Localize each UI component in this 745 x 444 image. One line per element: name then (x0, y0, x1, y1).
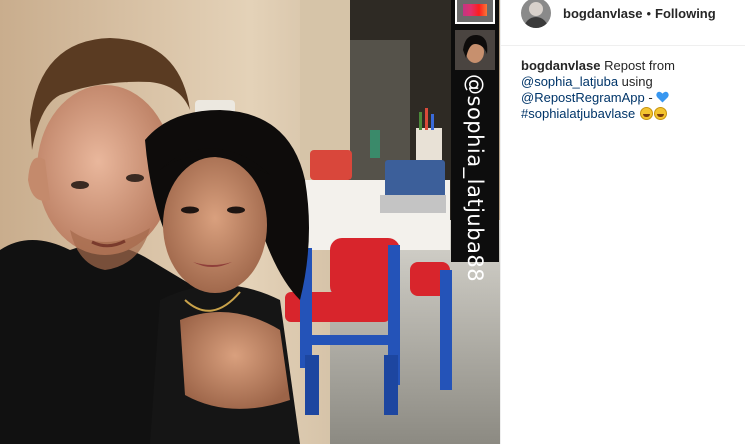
caption-text-repost: Repost from (604, 58, 675, 73)
repost-source-avatar (455, 30, 495, 70)
caption-mention-source[interactable]: @sophia_latjuba (521, 74, 618, 89)
grinning-face-icon (653, 107, 667, 120)
kissing-face-icon (639, 107, 653, 120)
caption-text-using: using (621, 74, 653, 89)
header-divider (501, 45, 745, 46)
selfie-photo-scene (0, 0, 500, 444)
instagram-post: @sophia_latjuba88 bogdanvlase • Followin… (0, 0, 745, 444)
header-separator: • (646, 5, 652, 21)
repost-watermark-strip: @sophia_latjuba88 (451, 0, 499, 283)
user-avatar[interactable] (521, 0, 551, 28)
repost-source-handle: @sophia_latjuba88 (463, 74, 487, 283)
caption-username-link[interactable]: bogdanvlase (521, 58, 600, 73)
post-header: bogdanvlase • Following (501, 0, 745, 30)
following-button[interactable]: Following (655, 6, 716, 21)
post-caption: bogdanvlase Repost from @sophia_latjuba … (521, 58, 743, 122)
repost-app-icon (455, 0, 495, 24)
caption-hashtag[interactable]: #sophialatjubavlase (521, 106, 635, 121)
caption-text-dash: - (648, 90, 653, 105)
post-side-panel: bogdanvlase • Following bogdanvlase Repo… (500, 0, 745, 444)
blue-heart-icon (656, 91, 670, 103)
header-username-link[interactable]: bogdanvlase (563, 6, 642, 21)
post-photo[interactable]: @sophia_latjuba88 (0, 0, 500, 444)
caption-mention-app[interactable]: @RepostRegramApp (521, 90, 645, 105)
